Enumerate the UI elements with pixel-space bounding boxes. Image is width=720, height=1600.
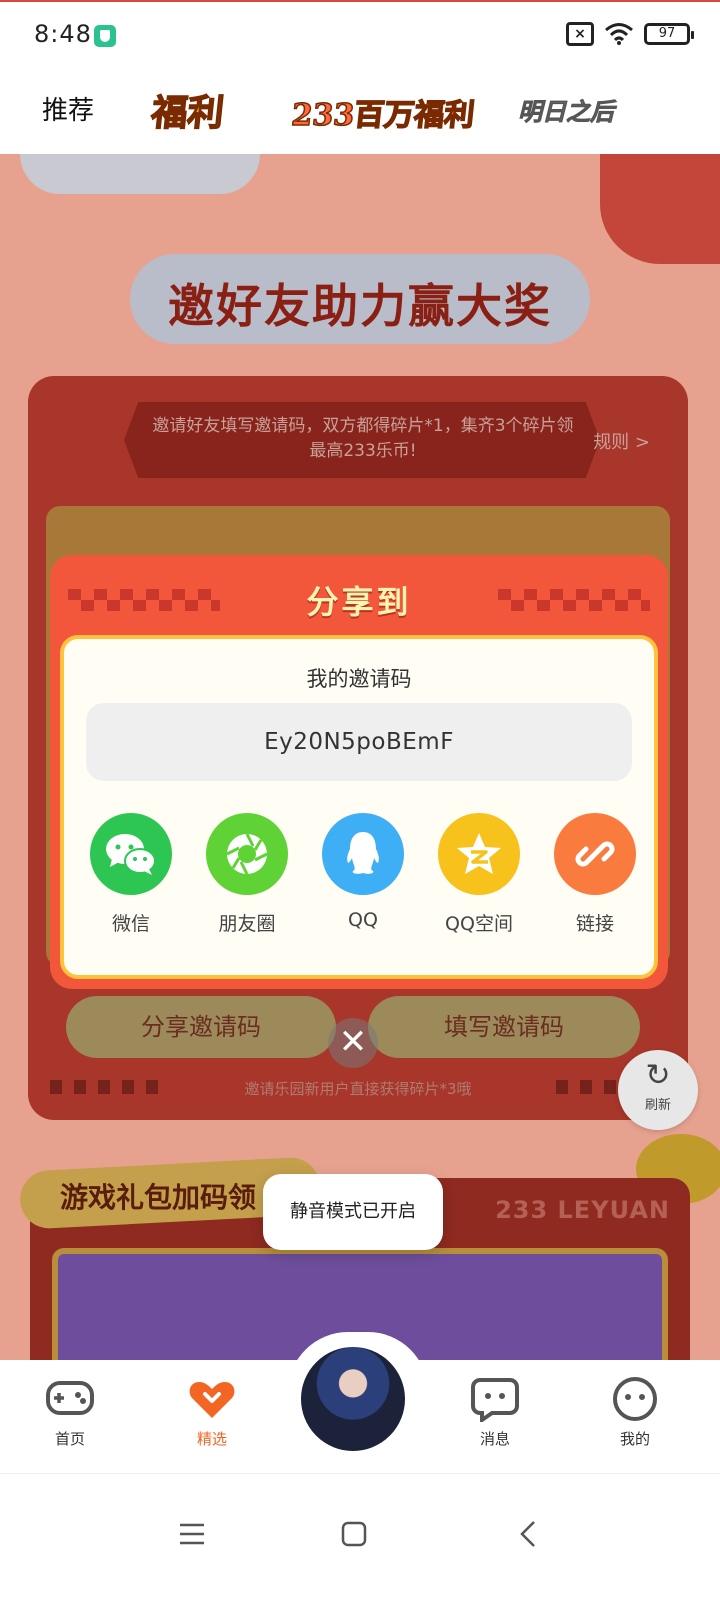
tab-fuli[interactable]: 福利 — [149, 84, 227, 136]
menu-icon — [180, 1523, 204, 1545]
bottom-nav: 首页 精选 消息 我的 — [0, 1332, 720, 1474]
wifi-icon — [605, 23, 633, 45]
tab-mingri[interactable]: 明日之后 — [518, 92, 615, 127]
modal-body: 我的邀请码 Ey20N5poBEmF 微信 朋友圈 QQ QQ空间 链接 — [60, 635, 658, 979]
share-label: 微信 — [111, 913, 150, 935]
qzone-icon — [438, 813, 520, 895]
decor-cloud — [20, 154, 260, 194]
back-chevron-icon — [520, 1521, 535, 1547]
nav-featured[interactable]: 精选 — [167, 1376, 257, 1449]
battery-indicator: 97 — [644, 23, 694, 45]
decor-red-envelope — [600, 154, 720, 264]
nav-home[interactable]: 首页 — [25, 1376, 115, 1449]
no-sim-icon: × — [566, 22, 594, 46]
close-icon: ✕ — [338, 1022, 368, 1062]
menu-button[interactable] — [162, 1504, 222, 1564]
gamepad-icon — [46, 1381, 94, 1415]
refresh-label: 刷新 — [644, 1098, 671, 1113]
leyuan-label: 233 LEYUAN — [495, 1196, 670, 1224]
fill-code-button[interactable]: 填写邀请码 — [368, 996, 640, 1058]
system-nav-bar — [0, 1474, 720, 1600]
qq-icon — [322, 813, 404, 895]
invite-code-label: 我的邀请码 — [306, 667, 412, 691]
new-user-tip: 邀请乐园新用户直接获得碎片*3哦 — [244, 1080, 472, 1098]
tab-million-fuli[interactable]: 233百万福利 — [289, 90, 477, 134]
link-icon — [554, 813, 636, 895]
banner-title-text: 邀好友助力赢大奖 — [168, 279, 552, 333]
share-label: 朋友圈 — [218, 913, 276, 935]
nav-messages[interactable]: 消息 — [450, 1376, 540, 1449]
status-icons: × 97 — [566, 22, 694, 46]
share-label: QQ空间 — [445, 913, 513, 935]
invite-code-box[interactable]: Ey20N5poBEmF — [86, 703, 632, 781]
modal-title: 分享到 — [306, 583, 412, 621]
moments-icon — [206, 813, 288, 895]
share-qq[interactable]: QQ — [308, 813, 418, 936]
shield-icon — [94, 25, 116, 47]
share-moments[interactable]: 朋友圈 — [192, 813, 302, 936]
banner-title: 邀好友助力赢大奖 — [130, 254, 590, 344]
toast-message: 静音模式已开启 — [263, 1174, 443, 1250]
share-label: QQ — [348, 909, 378, 931]
share-options: 微信 朋友圈 QQ QQ空间 链接 — [76, 813, 650, 936]
share-link[interactable]: 链接 — [540, 813, 650, 936]
invite-description: 邀请好友填写邀请码，双方都得碎片*1，集齐3个碎片领最高233乐币! — [152, 416, 574, 461]
status-time: 8:48 — [34, 20, 92, 48]
face-icon — [613, 1377, 657, 1421]
share-wechat[interactable]: 微信 — [76, 813, 186, 936]
square-icon — [341, 1521, 367, 1547]
gift-section-title: 游戏礼包加码领 — [60, 1181, 257, 1214]
refresh-button[interactable]: ↻ 刷新 — [618, 1050, 698, 1130]
share-modal: 分享到 我的邀请码 Ey20N5poBEmF 微信 朋友圈 QQ QQ空间 链接 — [50, 555, 668, 989]
share-code-button[interactable]: 分享邀请码 — [66, 996, 336, 1058]
top-tab-bar: 推荐 福利 233百万福利 明日之后 — [0, 68, 720, 154]
nav-label: 精选 — [196, 1430, 227, 1448]
rules-link[interactable]: 规则 > — [593, 428, 650, 454]
nav-label: 我的 — [619, 1430, 650, 1448]
heart-chevron-icon — [189, 1382, 235, 1418]
close-modal-button[interactable]: ✕ — [328, 1018, 378, 1068]
avatar[interactable] — [298, 1344, 408, 1454]
wechat-icon — [90, 813, 172, 895]
share-qzone[interactable]: QQ空间 — [424, 813, 534, 936]
tab-recommend[interactable]: 推荐 — [42, 90, 94, 127]
refresh-icon: ↻ — [645, 1058, 671, 1093]
nav-profile[interactable]: 我的 — [590, 1376, 680, 1449]
status-bar: 8:48 × 97 — [0, 0, 720, 68]
share-label: 链接 — [575, 913, 614, 935]
nav-label: 消息 — [479, 1430, 510, 1448]
nav-label: 首页 — [54, 1430, 85, 1448]
back-button[interactable] — [498, 1504, 558, 1564]
home-button[interactable] — [324, 1504, 384, 1564]
chat-bubble-icon — [471, 1378, 519, 1422]
